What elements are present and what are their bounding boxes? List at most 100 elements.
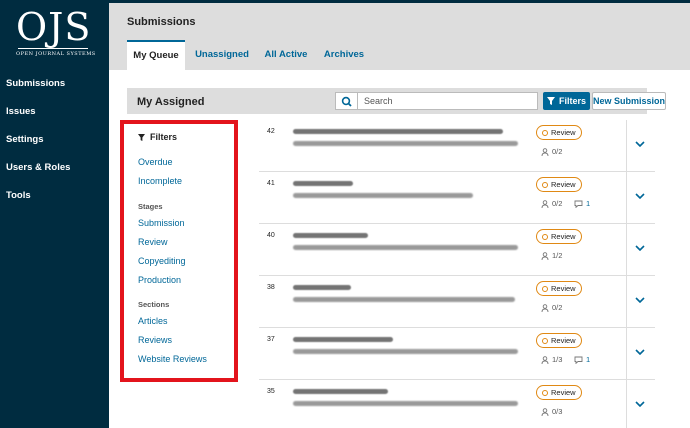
user-icon [541, 355, 549, 364]
user-icon [541, 147, 549, 156]
stage-dot-icon [542, 181, 548, 188]
sidebar-item-users-roles[interactable]: Users & Roles [0, 158, 109, 186]
sidebar-item-tools[interactable]: Tools [0, 186, 109, 214]
reviews-count: 0/3 [541, 407, 562, 416]
ojs-logo[interactable]: OJS OPEN JOURNAL SYSTEMS [16, 5, 96, 62]
filters-panel: Filters Overdue Incomplete Stages Submis… [120, 120, 238, 382]
submission-id: 35 [267, 388, 275, 395]
reviews-count-value: 0/3 [552, 407, 563, 416]
funnel-icon [138, 133, 145, 141]
expand-button[interactable] [632, 292, 648, 308]
submission-id: 38 [267, 284, 275, 291]
filter-stage-review[interactable]: Review [138, 237, 168, 247]
discussions-count[interactable]: 1 [574, 355, 590, 364]
reviews-count-value: 1/2 [552, 251, 563, 260]
search-button[interactable] [335, 92, 357, 110]
filter-incomplete[interactable]: Incomplete [138, 176, 182, 186]
sidebar-item-issues[interactable]: Issues [0, 102, 109, 130]
stage-badge[interactable]: Review [536, 281, 582, 296]
filters-heading-label: Filters [150, 132, 178, 142]
stage-dot-icon [542, 129, 548, 136]
reviews-count-value: 0/2 [552, 199, 563, 208]
filters-stages-heading: Stages [138, 202, 163, 211]
top-strip [109, 0, 690, 3]
filter-stage-copyediting[interactable]: Copyediting [138, 256, 186, 266]
stage-dot-icon [542, 285, 548, 292]
side-nav: Submissions Issues Settings Users & Role… [0, 74, 109, 214]
filter-stage-submission[interactable]: Submission [138, 218, 185, 228]
tab-my-queue[interactable]: My Queue [127, 40, 185, 70]
filters-button[interactable]: Filters [543, 92, 590, 110]
stage-badge[interactable]: Review [536, 333, 582, 348]
stage-badge[interactable]: Review [536, 385, 582, 400]
filter-section-website-reviews[interactable]: Website Reviews [138, 354, 207, 364]
filter-overdue[interactable]: Overdue [138, 157, 173, 167]
submission-row[interactable]: 35 Review 0/3 [259, 380, 655, 428]
submission-id: 40 [267, 232, 275, 239]
submission-row[interactable]: 40 Review 1/2 [259, 224, 655, 276]
tab-bar: My Queue Unassigned All Active Archives [109, 40, 690, 70]
redacted-title [293, 245, 518, 250]
expand-button[interactable] [632, 240, 648, 256]
reviews-count-value: 1/3 [552, 355, 563, 364]
expand-button[interactable] [632, 344, 648, 360]
discussions-count-value: 1 [586, 199, 591, 208]
logo-subtext: OPEN JOURNAL SYSTEMS [16, 51, 96, 57]
logo-text: OJS [16, 5, 92, 49]
submission-row[interactable]: 37 Review 1/3 1 [259, 328, 655, 380]
new-submission-button[interactable]: New Submission [592, 92, 666, 110]
search-input[interactable] [357, 92, 538, 110]
tab-archives[interactable]: Archives [323, 40, 365, 70]
filters-heading: Filters [138, 132, 177, 142]
submission-row[interactable]: 41 Review 0/2 1 [259, 172, 655, 224]
stage-dot-icon [542, 233, 548, 240]
filters-button-label: Filters [558, 96, 586, 106]
user-icon [541, 251, 549, 260]
app-header: Submissions [109, 0, 690, 40]
expand-button[interactable] [632, 188, 648, 204]
user-icon [541, 407, 549, 416]
redacted-author [293, 181, 353, 186]
reviews-count: 0/2 [541, 303, 562, 312]
redacted-title [293, 401, 518, 406]
row-divider [626, 328, 627, 380]
chevron-down-icon [635, 141, 645, 147]
stage-badge[interactable]: Review [536, 125, 582, 140]
chevron-down-icon [635, 193, 645, 199]
main-content: My Assigned Filters New Submission Filte… [109, 70, 690, 428]
sidebar: OJS OPEN JOURNAL SYSTEMS Submissions Iss… [0, 0, 109, 428]
user-icon [541, 303, 549, 312]
discussions-count[interactable]: 1 [574, 199, 590, 208]
chevron-down-icon [635, 401, 645, 407]
filter-section-articles[interactable]: Articles [138, 316, 168, 326]
tab-all-active[interactable]: All Active [261, 40, 311, 70]
list-title: My Assigned [137, 96, 205, 108]
sidebar-item-submissions[interactable]: Submissions [0, 74, 109, 102]
redacted-title [293, 297, 515, 302]
expand-button[interactable] [632, 136, 648, 152]
search-icon [341, 96, 352, 107]
submission-id: 37 [267, 336, 275, 343]
redacted-author [293, 129, 503, 134]
submission-row[interactable]: 42 Review 0/2 [259, 120, 655, 172]
sidebar-item-settings[interactable]: Settings [0, 130, 109, 158]
redacted-author [293, 389, 388, 394]
user-icon [541, 199, 549, 208]
stage-badge[interactable]: Review [536, 177, 582, 192]
row-divider [626, 276, 627, 328]
redacted-author [293, 337, 393, 342]
submission-id: 42 [267, 128, 275, 135]
tab-unassigned[interactable]: Unassigned [195, 40, 249, 70]
row-divider [626, 172, 627, 224]
redacted-author [293, 233, 368, 238]
stage-label: Review [551, 180, 576, 189]
filter-section-reviews[interactable]: Reviews [138, 335, 172, 345]
expand-button[interactable] [632, 396, 648, 412]
submission-row[interactable]: 38 Review 0/2 [259, 276, 655, 328]
filter-stage-production[interactable]: Production [138, 275, 181, 285]
stage-label: Review [551, 232, 576, 241]
stage-badge[interactable]: Review [536, 229, 582, 244]
redacted-author [293, 285, 351, 290]
redacted-title [293, 349, 518, 354]
discussions-count-value: 1 [586, 355, 591, 364]
